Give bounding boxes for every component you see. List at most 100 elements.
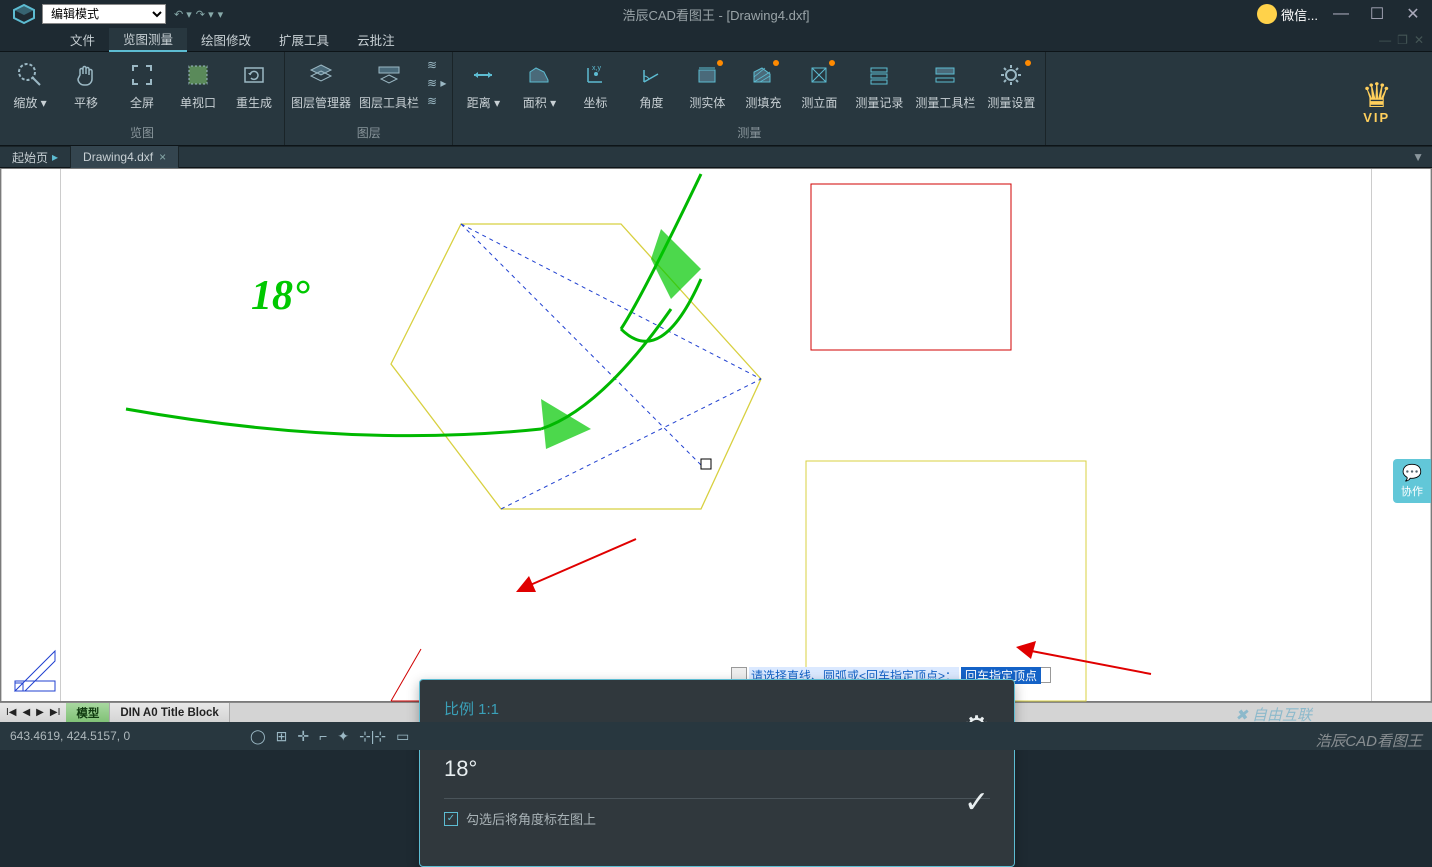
qat-more-icon[interactable]: ▾ <box>218 8 224 21</box>
prev-layout-icon[interactable]: ◀ <box>20 707 32 718</box>
doc-tab-dropdown[interactable]: ▼ <box>1412 150 1432 164</box>
status-toggles: ◯ ⊞ ✛ ⌐ ✦ ⊹|⊹ ▭ <box>250 728 409 745</box>
ribbon-group-layer: 图层管理器 图层工具栏 ≋ ≋ ▸ ≋ 图层 <box>285 52 453 145</box>
menu-edit-draw[interactable]: 绘图修改 <box>187 28 265 52</box>
first-layout-icon[interactable]: I◀ <box>4 707 18 718</box>
close-button[interactable]: ✕ <box>1400 4 1426 24</box>
drawing-canvas[interactable]: 18° 请选择直线、圆弧或<回车指定顶点>： 回车指定顶点 比例 1:1 角度 … <box>0 168 1432 702</box>
ribbon-vip[interactable]: ♛ VIP <box>1332 52 1432 145</box>
regen-icon <box>237 58 271 92</box>
crown-icon: ♛ <box>1362 82 1392 110</box>
status-polar-icon[interactable]: ✦ <box>337 728 349 745</box>
angle-icon <box>634 58 668 92</box>
ribbon-group-measure: 距离 ▾ 面积 ▾ x,y 坐标 角度 测实体 测填充 <box>453 52 1046 145</box>
mark-on-drawing-checkbox[interactable]: ✓ 勾选后将角度标在图上 <box>444 809 990 828</box>
app-logo <box>6 2 42 26</box>
window-title: 浩辰CAD看图王 - [Drawing4.dxf] <box>622 5 809 24</box>
tab-layout-1[interactable]: DIN A0 Title Block <box>110 703 229 723</box>
menu-cloud-annotate[interactable]: 云批注 <box>343 28 409 52</box>
menu-view-measure[interactable]: 览图测量 <box>109 28 187 52</box>
minimize-button[interactable]: — <box>1328 5 1354 23</box>
doc-tab-current[interactable]: Drawing4.dxf× <box>71 146 179 168</box>
drawing-svg: 18° <box>1 169 1432 703</box>
measure-toolbar-icon <box>928 58 962 92</box>
layers-icon <box>304 58 338 92</box>
status-bar: 643.4619, 424.5157, 0 ◯ ⊞ ✛ ⌐ ✦ ⊹|⊹ ▭ <box>0 722 1432 750</box>
area-icon <box>522 58 556 92</box>
status-ortho-icon[interactable]: ⌐ <box>319 728 327 745</box>
tool-distance[interactable]: 距离 ▾ <box>459 58 507 111</box>
tool-angle[interactable]: 角度 <box>627 58 675 111</box>
angle-value: 18° <box>444 756 990 782</box>
qat-undo-icon[interactable]: ↶ ▾ <box>174 8 192 21</box>
wechat-badge[interactable]: 微信... <box>1257 4 1318 24</box>
status-grid-icon[interactable]: ⊞ <box>276 728 288 745</box>
doc-tab-start[interactable]: 起始页 ▸ <box>0 146 71 168</box>
scale-ratio-label: 比例 1:1 <box>444 698 990 719</box>
coord-icon: x,y <box>578 58 612 92</box>
wechat-icon <box>1257 4 1277 24</box>
tool-measure-toolbar[interactable]: 测量工具栏 <box>915 58 975 111</box>
ribbon: 缩放 ▾ 平移 全屏 单视口 重生成 览图 图层 <box>0 52 1432 146</box>
tool-record[interactable]: 测量记录 <box>851 58 907 111</box>
tool-pan[interactable]: 平移 <box>62 58 110 111</box>
tool-layer-toolbar[interactable]: 图层工具栏 <box>359 58 419 111</box>
menu-ext-tools[interactable]: 扩展工具 <box>265 28 343 52</box>
fullscreen-icon <box>125 58 159 92</box>
menu-bar: 文件 览图测量 绘图修改 扩展工具 云批注 — ❐ ✕ <box>0 28 1432 52</box>
viewport-icon <box>181 58 215 92</box>
close-icon[interactable]: × <box>159 150 166 164</box>
zoom-icon <box>13 58 47 92</box>
svg-text:18°: 18° <box>251 273 310 319</box>
status-osnap-icon[interactable]: ⊹|⊹ <box>359 728 386 745</box>
tab-model[interactable]: 模型 <box>66 703 110 723</box>
tool-fullscreen[interactable]: 全屏 <box>118 58 166 111</box>
layer-stack-icon-1[interactable]: ≋ <box>427 58 446 72</box>
title-bar: 编辑模式 ↶ ▾ ↷ ▾ ▾ 浩辰CAD看图王 - [Drawing4.dxf]… <box>0 0 1432 28</box>
quick-access-toolbar: ↶ ▾ ↷ ▾ ▾ <box>174 8 223 21</box>
cmd-trail <box>1041 667 1051 683</box>
popup-confirm-button[interactable]: ✓ <box>964 785 989 820</box>
popup-divider <box>444 798 990 799</box>
collab-float-button[interactable]: 💬 协作 <box>1393 459 1431 503</box>
tool-elevation[interactable]: 测立面 <box>795 58 843 111</box>
tool-measure-settings[interactable]: 测量设置 <box>983 58 1039 111</box>
tool-layer-manager[interactable]: 图层管理器 <box>291 58 351 111</box>
status-lwt-icon[interactable]: ▭ <box>396 728 409 745</box>
tool-entity[interactable]: 测实体 <box>683 58 731 111</box>
mdi-restore-icon[interactable]: ❐ <box>1397 33 1408 47</box>
gear-icon <box>994 58 1028 92</box>
tool-single-viewport[interactable]: 单视口 <box>174 58 222 111</box>
maximize-button[interactable]: ☐ <box>1364 4 1390 24</box>
last-layout-icon[interactable]: ▶I <box>48 707 62 718</box>
angle-result-popup: 比例 1:1 角度 18° ✓ 勾选后将角度标在图上 ⚙ ✓ <box>419 679 1015 867</box>
checkbox-icon: ✓ <box>444 812 458 826</box>
watermark-logo: ✖ 自由互联 <box>1235 704 1312 725</box>
layout-nav-arrows: I◀ ◀ ▶ ▶I <box>0 707 66 718</box>
record-icon <box>862 58 896 92</box>
status-coords: 643.4619, 424.5157, 0 <box>10 729 190 743</box>
status-btn-1[interactable]: ◯ <box>250 728 266 745</box>
wechat-label: 微信... <box>1281 5 1318 24</box>
tool-coord[interactable]: x,y 坐标 <box>571 58 619 111</box>
tool-area[interactable]: 面积 ▾ <box>515 58 563 111</box>
document-tabs: 起始页 ▸ Drawing4.dxf× ▼ <box>0 146 1432 168</box>
next-layout-icon[interactable]: ▶ <box>34 707 46 718</box>
distance-icon <box>466 58 500 92</box>
menu-file[interactable]: 文件 <box>56 28 109 52</box>
chat-icon: 💬 <box>1402 463 1422 483</box>
layer-toolbar-icon <box>372 58 406 92</box>
tool-fill[interactable]: 测填充 <box>739 58 787 111</box>
tool-regen[interactable]: 重生成 <box>230 58 278 111</box>
layer-stack-icon-3[interactable]: ≋ <box>427 94 446 108</box>
layer-stack-icon-2[interactable]: ≋ ▸ <box>427 76 446 90</box>
status-snap-icon[interactable]: ✛ <box>297 728 309 745</box>
mode-select[interactable]: 编辑模式 <box>42 4 166 24</box>
qat-redo-icon[interactable]: ↷ ▾ <box>196 8 214 21</box>
hand-icon <box>69 58 103 92</box>
tool-zoom[interactable]: 缩放 ▾ <box>6 58 54 111</box>
ribbon-group-view: 缩放 ▾ 平移 全屏 单视口 重生成 览图 <box>0 52 285 145</box>
mdi-close-icon[interactable]: ✕ <box>1414 33 1424 47</box>
mdi-minimize-icon[interactable]: — <box>1379 33 1391 47</box>
svg-text:x,y: x,y <box>592 65 601 72</box>
